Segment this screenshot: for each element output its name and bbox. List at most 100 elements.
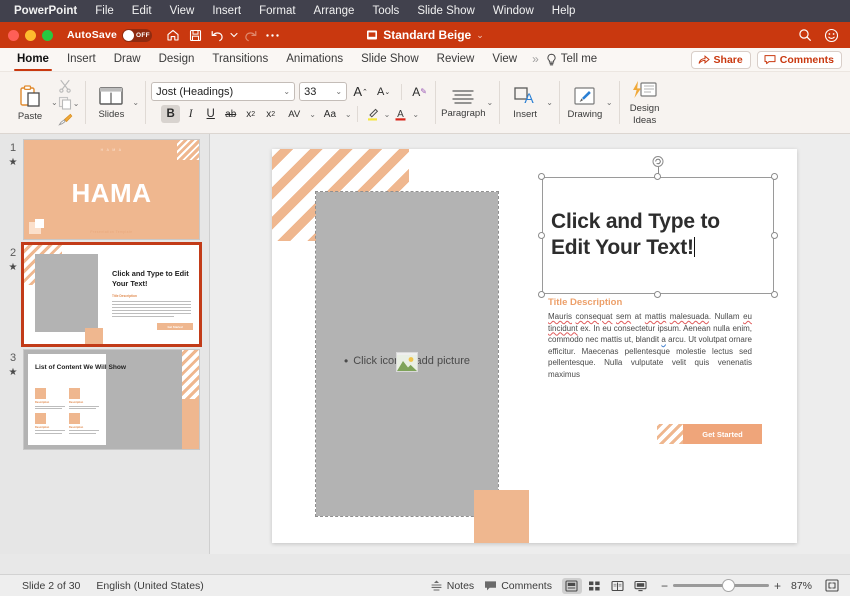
close-window-button[interactable] — [8, 30, 19, 41]
change-case-button[interactable]: Aa — [317, 105, 343, 123]
tab-insert[interactable]: Insert — [58, 48, 105, 71]
underline-button[interactable]: U — [201, 105, 220, 123]
title-textbox[interactable]: Click and Type to Edit Your Text! — [542, 177, 774, 294]
clear-formatting-button[interactable]: A✎ — [410, 83, 429, 101]
menu-slide-show[interactable]: Slide Show — [408, 0, 484, 22]
save-icon[interactable] — [184, 24, 206, 46]
slide-body-text[interactable]: Mauris consequat sem at mattis malesuada… — [548, 311, 752, 380]
thumbnail-2-card[interactable]: Click and Type to Edit Your Text! Title … — [24, 245, 199, 344]
cut-button[interactable] — [58, 79, 80, 93]
slide-cta-button[interactable]: Get Started — [657, 424, 762, 444]
drawing-button[interactable]: Drawing — [565, 86, 605, 120]
thumbnail-slide-1[interactable]: 1 ★ H A M A HAMA Presentation Template — [0, 134, 209, 239]
tab-home[interactable]: Home — [8, 48, 58, 71]
paragraph-button[interactable]: Paragraph — [441, 87, 485, 119]
subscript-button[interactable]: x2 — [261, 105, 280, 123]
strikethrough-button[interactable]: ab — [221, 105, 240, 123]
paste-chevron-down-icon[interactable]: ⌄ — [51, 98, 58, 107]
character-spacing-button[interactable]: AV — [281, 105, 307, 123]
character-spacing-chevron-down-icon[interactable]: ⌄ — [309, 110, 316, 119]
menu-arrange[interactable]: Arrange — [305, 0, 364, 22]
thumbnail-slide-3[interactable]: 3 ★ List of Content We Will Show Descrip… — [0, 344, 209, 449]
slide-indicator[interactable]: Slide 2 of 30 — [22, 580, 80, 592]
tab-transitions[interactable]: Transitions — [203, 48, 277, 71]
language-indicator[interactable]: English (United States) — [96, 580, 203, 592]
menu-edit[interactable]: Edit — [123, 0, 161, 22]
shrink-font-button[interactable]: A⌄ — [374, 83, 393, 101]
insert-chevron-down-icon[interactable]: ⌄ — [546, 98, 553, 107]
add-picture-icon[interactable] — [396, 352, 418, 372]
comments-button[interactable]: Comments — [757, 51, 842, 69]
menu-tools[interactable]: Tools — [363, 0, 408, 22]
normal-view-button[interactable] — [562, 578, 582, 594]
bold-button[interactable]: B — [161, 105, 180, 123]
zoom-slider-track[interactable] — [673, 584, 769, 587]
thumbnail-1-card[interactable]: H A M A HAMA Presentation Template — [24, 140, 199, 239]
change-case-chevron-down-icon[interactable]: ⌄ — [345, 110, 352, 119]
paste-button[interactable]: Paste — [10, 84, 50, 122]
resize-handle-bottom-left[interactable] — [538, 291, 545, 298]
paragraph-chevron-down-icon[interactable]: ⌄ — [486, 98, 493, 107]
font-name-chevron-down-icon[interactable]: ⌄ — [283, 87, 290, 96]
document-title[interactable]: Standard Beige ⌄ — [366, 28, 484, 42]
insert-button[interactable]: A Insert — [505, 86, 545, 120]
account-icon[interactable] — [820, 24, 842, 46]
zoom-slider-knob[interactable] — [723, 580, 734, 591]
picture-placeholder[interactable]: • Click icon to add picture — [316, 192, 498, 516]
grow-font-button[interactable]: A⌃ — [351, 83, 370, 101]
highlight-button[interactable] — [363, 105, 382, 123]
menu-view[interactable]: View — [161, 0, 204, 22]
search-icon[interactable] — [794, 24, 816, 46]
zoom-control[interactable]: − + — [661, 581, 781, 591]
font-name-select[interactable]: Jost (Headings) ⌄ — [151, 82, 295, 101]
resize-handle-top-right[interactable] — [771, 173, 778, 180]
tab-animations[interactable]: Animations — [277, 48, 352, 71]
more-icon[interactable] — [261, 24, 283, 46]
slides-chevron-down-icon[interactable]: ⌄ — [132, 98, 139, 107]
minimize-window-button[interactable] — [25, 30, 36, 41]
font-color-button[interactable]: A — [391, 105, 410, 123]
menu-help[interactable]: Help — [543, 0, 585, 22]
resize-handle-bottom-center[interactable] — [654, 291, 661, 298]
share-button[interactable]: Share — [691, 51, 751, 69]
notes-button[interactable]: Notes — [430, 579, 474, 592]
font-size-chevron-down-icon[interactable]: ⌄ — [335, 87, 342, 96]
menu-app-powerpoint[interactable]: PowerPoint — [10, 0, 86, 22]
thumbnail-3-card[interactable]: List of Content We Will Show Description… — [24, 350, 199, 449]
tab-design[interactable]: Design — [150, 48, 204, 71]
slide-subtitle[interactable]: Title Description — [548, 297, 622, 308]
tab-overflow-icon[interactable]: » — [526, 48, 544, 71]
tab-slide-show[interactable]: Slide Show — [352, 48, 428, 71]
slide-thumbnail-panel[interactable]: 1 ★ H A M A HAMA Presentation Template 2… — [0, 134, 210, 554]
menu-file[interactable]: File — [86, 0, 123, 22]
autosave-toggle[interactable]: OFF — [122, 29, 152, 42]
tab-review[interactable]: Review — [428, 48, 484, 71]
copy-button[interactable]: ⌄ — [58, 96, 80, 110]
copy-chevron-down-icon[interactable]: ⌄ — [73, 99, 80, 108]
zoom-out-button[interactable]: − — [661, 581, 668, 591]
title-textbox-content[interactable]: Click and Type to Edit Your Text! — [551, 209, 768, 261]
document-title-chevron-down-icon[interactable]: ⌄ — [476, 30, 484, 41]
new-slide-button[interactable]: Slides — [91, 86, 131, 120]
menu-window[interactable]: Window — [484, 0, 543, 22]
tell-me-button[interactable]: Tell me — [544, 48, 606, 71]
tab-view[interactable]: View — [483, 48, 526, 71]
font-color-chevron-down-icon[interactable]: ⌄ — [412, 110, 419, 119]
resize-handle-middle-left[interactable] — [538, 232, 545, 239]
drawing-chevron-down-icon[interactable]: ⌄ — [606, 98, 613, 107]
undo-icon[interactable] — [206, 24, 228, 46]
reading-view-button[interactable] — [608, 578, 628, 594]
presenter-view-button[interactable] — [631, 578, 651, 594]
menu-insert[interactable]: Insert — [203, 0, 250, 22]
current-slide[interactable]: • Click icon to add picture — [272, 149, 797, 543]
zoom-in-button[interactable]: + — [774, 581, 781, 591]
slide-sorter-view-button[interactable] — [585, 578, 605, 594]
home-icon[interactable] — [162, 24, 184, 46]
undo-chevron-icon[interactable] — [228, 24, 239, 46]
font-size-select[interactable]: 33 ⌄ — [299, 82, 347, 101]
resize-handle-top-center[interactable] — [654, 173, 661, 180]
resize-handle-top-left[interactable] — [538, 173, 545, 180]
tab-draw[interactable]: Draw — [105, 48, 150, 71]
autosave-control[interactable]: AutoSave OFF — [67, 29, 152, 42]
design-ideas-button[interactable]: Design Ideas — [625, 80, 665, 126]
